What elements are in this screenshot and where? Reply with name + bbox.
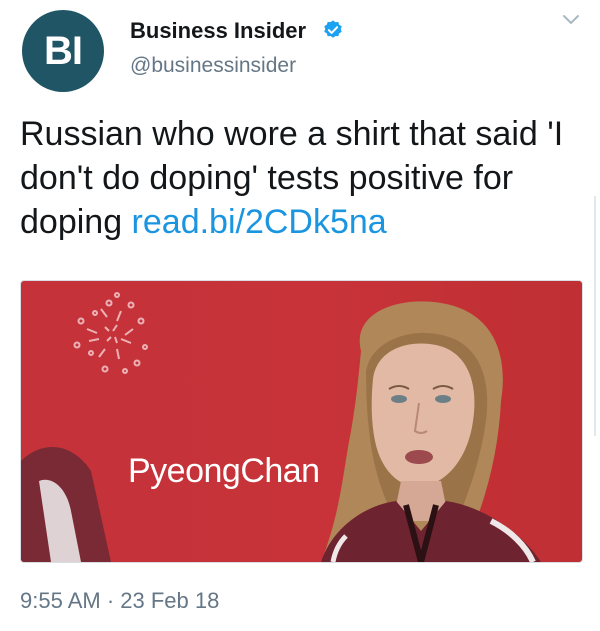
tweet-media-image[interactable]: PyeongChan <box>20 280 583 563</box>
scrollbar-track <box>594 196 596 436</box>
tweet-link[interactable]: read.bi/2CDk5na <box>132 203 387 241</box>
avatar[interactable]: BI <box>22 10 104 92</box>
verified-badge-icon <box>324 20 342 38</box>
media-illustration <box>21 292 541 562</box>
media-caption-text: PyeongChan <box>128 452 320 490</box>
tweet[interactable]: BI Business Insider @businessinsider Rus… <box>0 0 600 631</box>
tweet-text: Russian who wore a shirt that said 'I do… <box>20 112 585 244</box>
author-handle[interactable]: @businessinsider <box>130 54 296 78</box>
avatar-text: BI <box>44 28 83 73</box>
tweet-timestamp[interactable]: 9:55 AM · 23 Feb 18 <box>20 588 219 614</box>
author-name[interactable]: Business Insider <box>130 18 306 44</box>
chevron-down-icon[interactable] <box>562 14 580 26</box>
snowflake-emblem <box>73 292 148 374</box>
